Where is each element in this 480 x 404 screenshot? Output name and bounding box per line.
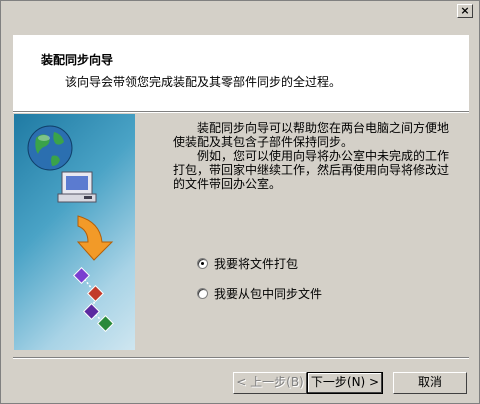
sync-wizard-dialog: × 装配同步向导 该向导会带领您完成装配及其零部件同步的全过程。 装配同步向导可…: [0, 0, 480, 404]
intro-paragraph-1: 装配同步向导可以帮助您在两台电脑之间方便地使装配及其包含子部件保持同步。: [173, 121, 450, 149]
option-sync-label: 我要从包中同步文件: [214, 286, 323, 301]
radio-button-selected[interactable]: [197, 257, 208, 269]
wizard-subtitle: 该向导会带领您完成装配及其零部件同步的全过程。: [65, 75, 342, 89]
footer-divider-highlight: [13, 358, 469, 359]
option-pack-files[interactable]: 我要将文件打包: [197, 255, 298, 271]
globe-icon: [27, 125, 73, 171]
next-button[interactable]: 下一步(N) >: [307, 372, 383, 394]
close-button[interactable]: ×: [457, 4, 473, 18]
header-divider-highlight: [13, 112, 469, 113]
wizard-intro: 装配同步向导可以帮助您在两台电脑之间方便地使装配及其包含子部件保持同步。 例如，…: [173, 121, 453, 191]
intro-paragraph-2: 例如，您可以使用向导将办公室中未完成的工作打包，带回家中继续工作，然后再使用向导…: [173, 149, 450, 191]
cancel-button[interactable]: 取消: [393, 372, 467, 394]
computer-icon: [57, 171, 97, 203]
sync-nodes-icon: [73, 267, 114, 332]
radio-button[interactable]: [197, 287, 208, 299]
option-pack-label: 我要将文件打包: [214, 256, 299, 271]
arrow-down-icon: [76, 215, 114, 261]
wizard-header: 装配同步向导 该向导会带领您完成装配及其零部件同步的全过程。: [13, 35, 469, 111]
side-illustration: [27, 125, 114, 332]
wizard-side-image: [14, 114, 135, 350]
wizard-title: 装配同步向导: [41, 53, 114, 67]
back-button[interactable]: < 上一步(B): [233, 372, 307, 394]
option-sync-from-package[interactable]: 我要从包中同步文件: [197, 285, 322, 301]
